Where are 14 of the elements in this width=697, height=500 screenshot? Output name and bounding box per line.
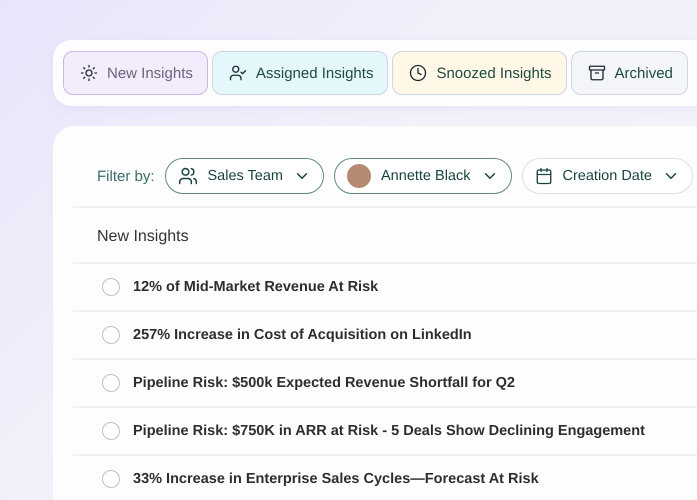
filter-dropdown[interactable]: Creation Date bbox=[522, 158, 693, 194]
filter-dropdown[interactable]: Sales Team bbox=[164, 158, 324, 194]
tab[interactable]: Archived bbox=[570, 51, 688, 95]
tab[interactable]: New Insights bbox=[63, 51, 208, 95]
insight-title: Pipeline Risk: $750K in ARR at Risk - 5 Deals Show Declining Engagement bbox=[133, 423, 645, 439]
insight-title: 257% Increase in Cost of Acquisition on LinkedIn bbox=[133, 327, 472, 343]
insight-title: 33% Increase in Enterprise Sales Cycles—Forecast At Risk bbox=[133, 471, 539, 487]
insight-title: 12% of Mid-Market Revenue At Risk bbox=[133, 279, 378, 295]
section-title: New Insights bbox=[73, 208, 697, 264]
filter-dropdown[interactable]: Annette Black bbox=[334, 158, 512, 194]
insight-title: Pipeline Risk: $500k Expected Revenue Shortfall for Q2 bbox=[133, 375, 515, 391]
tab[interactable]: Assigned Insights bbox=[212, 51, 388, 95]
filter-label: Filter by: bbox=[97, 168, 155, 184]
tab[interactable]: Snoozed Insights bbox=[392, 51, 567, 95]
